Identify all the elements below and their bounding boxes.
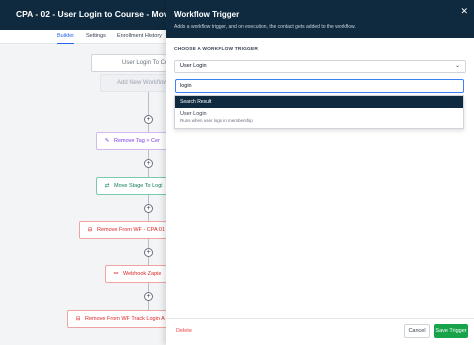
action-node-remove-from-wf-track[interactable]: ⊟ Remove From WF Track Login A xyxy=(67,310,168,328)
action-node-label: Webhook Zapie xyxy=(123,271,162,277)
add-step-plus-icon[interactable]: + xyxy=(144,204,153,213)
save-trigger-button[interactable]: Save Trigger xyxy=(434,324,468,338)
section-label: CHOOSE A WORKFLOW TRIGGER xyxy=(174,47,259,52)
action-node-remove-tag[interactable]: ✎ Remove Tag > Cer xyxy=(96,132,168,150)
add-step-plus-icon[interactable]: + xyxy=(144,248,153,257)
trigger-select-value: User Login xyxy=(180,63,207,69)
action-node-move-stage[interactable]: ⇄ Move Stage To Logi xyxy=(96,177,168,195)
panel-header: Workflow Trigger Adds a workflow trigger… xyxy=(166,0,474,38)
webhook-icon: ⚯ xyxy=(113,271,119,277)
tab-builder[interactable]: Builder xyxy=(57,30,75,44)
action-node-webhook[interactable]: ⚯ Webhook Zapie xyxy=(105,265,168,283)
search-result-dropdown: Search Result User Login Runs when user … xyxy=(174,95,464,129)
tab-settings[interactable]: Settings xyxy=(86,30,106,44)
search-result-header: Search Result xyxy=(175,96,463,108)
delete-button[interactable]: Delete xyxy=(176,328,192,334)
action-node-remove-from-wf[interactable]: ⊟ Remove From WF - CPA 01 xyxy=(79,221,168,239)
workflow-trigger-panel: Workflow Trigger Adds a workflow trigger… xyxy=(166,0,474,345)
remove-icon: ⊟ xyxy=(75,316,81,322)
panel-footer: Delete Cancel Save Trigger xyxy=(166,318,474,345)
add-step-plus-icon[interactable]: + xyxy=(144,115,153,124)
tag-icon: ✎ xyxy=(104,138,110,144)
panel-subtitle: Adds a workflow trigger, and on executio… xyxy=(174,24,356,30)
pipeline-icon: ⇄ xyxy=(104,183,110,189)
action-node-label: Remove From WF Track Login A xyxy=(85,316,165,322)
trigger-select[interactable]: User Login ⌄ xyxy=(174,60,466,73)
search-result-item[interactable]: User Login Runs when user logs in member… xyxy=(175,108,463,126)
action-node-label: Move Stage To Logi xyxy=(114,183,163,189)
search-result-description: Runs when user logs in membership xyxy=(180,118,253,123)
action-node-label: Remove From WF - CPA 01 xyxy=(97,227,166,233)
remove-icon: ⊟ xyxy=(87,227,93,233)
close-icon[interactable]: ✕ xyxy=(460,7,468,16)
action-node-label: Remove Tag > Cer xyxy=(114,138,160,144)
chevron-down-icon: ⌄ xyxy=(454,63,460,69)
add-step-plus-icon[interactable]: + xyxy=(144,292,153,301)
panel-title: Workflow Trigger xyxy=(174,10,240,19)
add-step-plus-icon[interactable]: + xyxy=(144,159,153,168)
tab-enrollment-history[interactable]: Enrollment History xyxy=(117,30,162,44)
search-result-label: User Login xyxy=(180,111,207,117)
cancel-button[interactable]: Cancel xyxy=(404,324,430,338)
trigger-search-input[interactable] xyxy=(175,79,464,93)
